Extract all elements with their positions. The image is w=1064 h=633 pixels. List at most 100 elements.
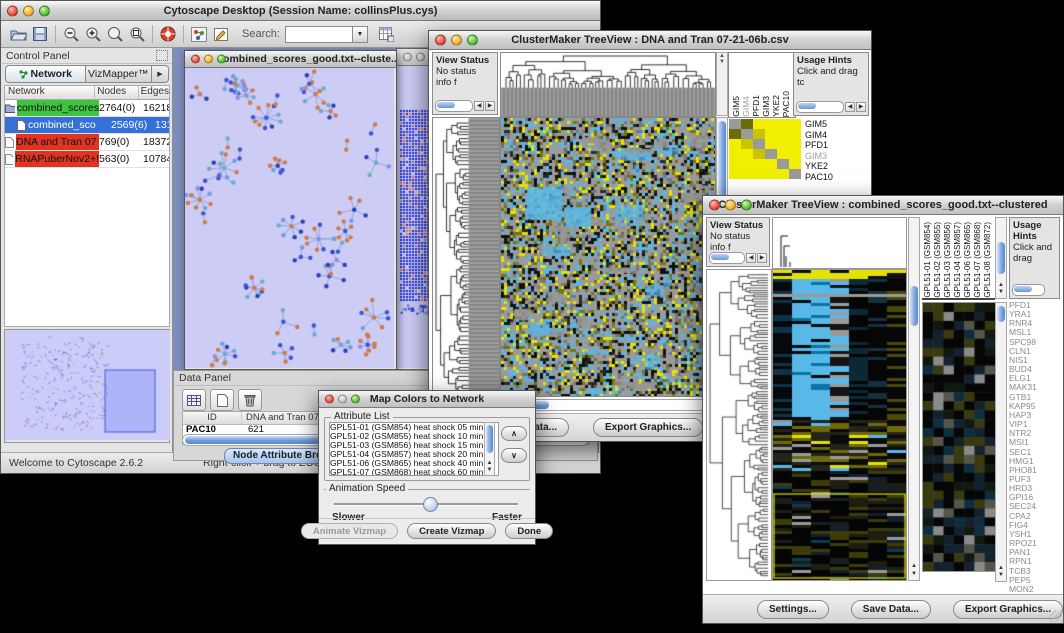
matrix-cell[interactable] xyxy=(789,119,801,129)
minimize-button[interactable] xyxy=(204,55,213,64)
matrix-cell[interactable] xyxy=(789,139,801,149)
col-header-nodes[interactable]: Nodes xyxy=(95,86,138,99)
search-input[interactable] xyxy=(285,26,353,43)
tv2-hints-scrollbar[interactable] xyxy=(1012,284,1045,296)
matrix-cell[interactable] xyxy=(753,139,765,149)
matrix-cell[interactable] xyxy=(765,149,777,159)
close-button[interactable] xyxy=(7,5,18,16)
treeview2-titlebar[interactable]: ClusterMaker TreeView : combined_scores_… xyxy=(703,196,1063,215)
matrix-cell[interactable] xyxy=(777,119,789,129)
tab-network[interactable]: Network xyxy=(5,65,86,83)
matrix-cell[interactable] xyxy=(765,139,777,149)
network-row-combined-scores[interactable]: combined_scores 2764(0) 16218(0) xyxy=(5,100,169,117)
save-session-button[interactable] xyxy=(29,24,51,44)
search-dropdown-arrow[interactable]: ▼ xyxy=(353,26,368,43)
network-view-titlebar[interactable]: combined_scores_good.txt--cluste... xyxy=(185,51,396,68)
attribute-list-item[interactable]: GPL51-07 (GSM868) heat shock 60 min xyxy=(330,468,498,476)
matrix-cell[interactable] xyxy=(753,119,765,129)
matrix-cell[interactable] xyxy=(789,169,801,179)
tv1-column-dendrogram[interactable] xyxy=(500,52,716,117)
matrix-cell[interactable] xyxy=(777,129,789,139)
tv2-zoom-heatmap[interactable] xyxy=(922,302,996,572)
tv2-collabel-vscrollbar[interactable]: ▲▼ xyxy=(995,217,1007,299)
minimize-button[interactable] xyxy=(416,53,425,62)
close-button[interactable] xyxy=(191,55,200,64)
matrix-cell[interactable] xyxy=(753,169,765,179)
minimize-button[interactable] xyxy=(23,5,34,16)
tv1-export-graphics-button[interactable]: Export Graphics... xyxy=(593,418,703,437)
zoom-out-button[interactable] xyxy=(60,24,82,44)
matrix-cell[interactable] xyxy=(729,139,741,149)
close-button[interactable] xyxy=(403,53,412,62)
network-nodes-icon[interactable] xyxy=(188,24,210,44)
zoom-fit-button[interactable] xyxy=(104,24,126,44)
resize-grip[interactable] xyxy=(1050,610,1062,622)
new-attribute-icon[interactable] xyxy=(210,389,234,411)
matrix-cell[interactable] xyxy=(753,149,765,159)
tv1-correlation-matrix[interactable] xyxy=(729,119,801,179)
matrix-cell[interactable] xyxy=(729,149,741,159)
network-row-rnapuber[interactable]: RNAPuberNov2+! 563(0) 107847(0) xyxy=(5,151,169,168)
tv1-status-scrollbar[interactable]: ◀▶ xyxy=(435,100,495,112)
animate-vizmap-button[interactable]: Animate Vizmap xyxy=(301,523,398,539)
matrix-cell[interactable] xyxy=(765,119,777,129)
matrix-cell[interactable] xyxy=(765,129,777,139)
matrix-cell[interactable] xyxy=(741,119,753,129)
matrix-cell[interactable] xyxy=(753,159,765,169)
network-overview-canvas[interactable] xyxy=(5,330,170,440)
tv1-label-scroll-strip[interactable]: ▲▼ xyxy=(716,52,728,116)
tv2-status-scrollbar[interactable]: ◀▶ xyxy=(709,252,767,264)
tv2-gene-list[interactable]: PFD1YRA1RNR4MSL1SPC98CLN1NIS1BUD4ELG1MAK… xyxy=(1009,301,1061,594)
open-session-button[interactable] xyxy=(7,24,29,44)
matrix-cell[interactable] xyxy=(729,169,741,179)
matrix-cell[interactable] xyxy=(741,169,753,179)
close-button[interactable] xyxy=(325,395,334,404)
network-row-dna-tran[interactable]: DNA and Tran 07 769(0) 183728(0) xyxy=(5,134,169,151)
matrix-cell[interactable] xyxy=(741,159,753,169)
zoom-button[interactable] xyxy=(39,5,50,16)
move-attribute-down-button[interactable]: ∨ xyxy=(501,448,527,463)
matrix-cell[interactable] xyxy=(777,149,789,159)
annotation-icon[interactable] xyxy=(210,24,232,44)
zoom-button[interactable] xyxy=(741,200,752,211)
matrix-cell[interactable] xyxy=(777,169,789,179)
matrix-cell[interactable] xyxy=(729,129,741,139)
dialog-titlebar[interactable]: Map Colors to Network xyxy=(319,391,535,408)
tab-vizmapper[interactable]: VizMapper™ xyxy=(86,65,152,83)
matrix-cell[interactable] xyxy=(777,139,789,149)
tv1-hints-scrollbar[interactable]: ◀▶ xyxy=(796,101,866,113)
matrix-cell[interactable] xyxy=(765,169,777,179)
zoom-button[interactable] xyxy=(467,35,478,46)
main-titlebar[interactable]: Cytoscape Desktop (Session Name: collins… xyxy=(1,1,600,21)
zoom-button[interactable] xyxy=(217,55,226,64)
minimize-button[interactable] xyxy=(725,200,736,211)
matrix-cell[interactable] xyxy=(729,159,741,169)
tv2-settings-button[interactable]: Settings... xyxy=(757,600,829,619)
attribute-list-scrollbar[interactable]: ▲▼ xyxy=(484,422,495,476)
tv1-row-labels[interactable]: GIM5GIM4PFD1GIM3YKE2PAC10 xyxy=(805,119,867,189)
float-panel-icon[interactable] xyxy=(156,50,168,61)
col-header-network[interactable]: Network xyxy=(5,86,95,99)
import-table-icon[interactable] xyxy=(376,24,398,44)
tv2-column-dendrogram[interactable] xyxy=(772,217,907,269)
speed-slider-thumb[interactable] xyxy=(423,497,438,512)
network-view-canvas[interactable] xyxy=(185,68,394,368)
tv2-export-graphics-button[interactable]: Export Graphics... xyxy=(953,600,1063,619)
tv1-heatmap[interactable] xyxy=(500,117,716,397)
tv2-save-data-button[interactable]: Save Data... xyxy=(851,600,931,619)
delete-attribute-trash-icon[interactable] xyxy=(238,389,262,411)
matrix-cell[interactable] xyxy=(777,159,789,169)
minimize-button[interactable] xyxy=(451,35,462,46)
create-vizmap-button[interactable]: Create Vizmap xyxy=(407,523,496,539)
tv2-heatmap[interactable] xyxy=(772,269,907,581)
matrix-cell[interactable] xyxy=(741,139,753,149)
matrix-cell[interactable] xyxy=(789,149,801,159)
tv2-row-dendrogram[interactable] xyxy=(706,269,772,581)
done-button[interactable]: Done xyxy=(505,523,553,539)
close-button[interactable] xyxy=(435,35,446,46)
network-row-combined-sco-selected[interactable]: combined_sco 2569(6) 13112(15) xyxy=(5,117,169,134)
attribute-list[interactable]: GPL51-01 (GSM854) heat shock 05 minGPL51… xyxy=(329,422,499,476)
help-ring-icon[interactable] xyxy=(157,24,179,44)
select-attributes-icon[interactable] xyxy=(182,389,206,411)
zoom-in-button[interactable] xyxy=(82,24,104,44)
